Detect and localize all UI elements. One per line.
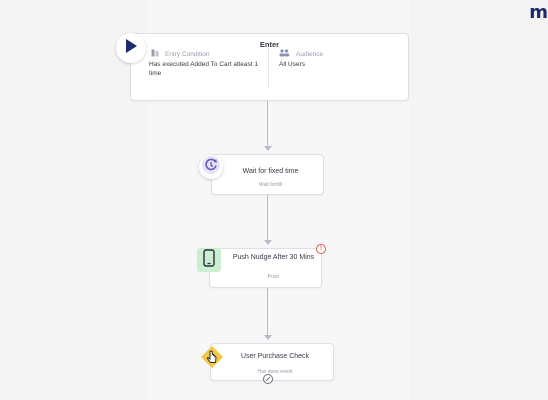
entry-condition-text: Has executed Added To Cart atleast 1 tim… xyxy=(149,61,259,77)
entry-divider xyxy=(268,48,269,88)
wait-node[interactable]: Wait for fixed time Wait for/till xyxy=(211,154,324,195)
hand-pointer-icon xyxy=(200,345,224,369)
warning-icon[interactable]: ! xyxy=(316,244,326,254)
audience-header: Audience xyxy=(279,49,323,59)
wait-icon-badge xyxy=(199,155,223,179)
entry-condition-header: Entry Condition xyxy=(151,49,209,59)
connector-wait-push xyxy=(267,194,268,241)
clock-refresh-icon xyxy=(201,155,221,180)
connector-arrow xyxy=(264,240,272,245)
start-play-button[interactable] xyxy=(116,33,146,63)
audience-text: All Users xyxy=(279,61,306,68)
push-node[interactable]: Push Nudge After 30 Mins Push xyxy=(209,248,322,288)
filter-icon xyxy=(151,49,159,59)
audience-label: Audience xyxy=(296,50,324,58)
add-step-icon[interactable] xyxy=(263,374,273,384)
push-icon-badge xyxy=(197,248,221,272)
play-icon xyxy=(124,38,138,59)
wait-title: Wait for fixed time xyxy=(242,168,299,175)
condition-subtitle: Has done event xyxy=(257,369,293,375)
entry-title: Enter xyxy=(259,40,280,49)
journey-canvas: m Enter Entry Condition Has executed Add… xyxy=(0,0,548,400)
connector-entry-wait xyxy=(267,100,268,147)
connector-arrow xyxy=(264,146,272,151)
condition-title: User Purchase Check xyxy=(240,353,310,360)
push-subtitle: Push xyxy=(267,274,280,280)
wait-subtitle: Wait for/till xyxy=(258,182,283,188)
push-title: Push Nudge After 30 Mins xyxy=(232,254,315,261)
connector-push-condition xyxy=(267,287,268,336)
connector-arrow xyxy=(264,335,272,340)
entry-node[interactable]: Enter Entry Condition Has executed Added… xyxy=(130,33,409,101)
brand-logo: m xyxy=(529,2,548,23)
users-icon xyxy=(279,49,290,59)
entry-condition-label: Entry Condition xyxy=(165,50,210,58)
phone-icon xyxy=(203,248,215,272)
